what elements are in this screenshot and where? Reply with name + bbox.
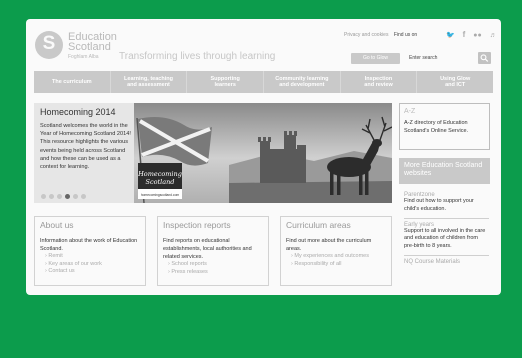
parentzone-description: Find out how to support your child's edu… [404,198,489,219]
homecoming-feature-image[interactable]: Homecoming Scotland homecomingscotland.c… [134,103,392,203]
curriculum-areas-box: Curriculum areas Find out more about the… [280,216,392,286]
inspection-reports-title[interactable]: Inspection reports [163,220,263,230]
inspection-reports-text: Find reports on educational establishmen… [163,238,252,260]
websites-list: Parentzone Find out how to support your … [404,191,489,265]
contact-us-link[interactable]: Contact us [40,268,140,276]
responsibility-of-all-link[interactable]: Responsibility of all [286,261,386,269]
more-websites-heading: More Education Scotland websites [399,158,490,184]
about-us-text: Information about the work of Education … [40,238,138,252]
carousel-dot-1[interactable] [41,194,46,199]
go-to-glow-button[interactable]: Go to Glow [351,53,400,64]
nav-item-community-learning[interactable]: Community learning and development [264,71,341,93]
twitter-icon[interactable]: 🐦 [446,32,455,39]
feature-description: Scotland welcomes the world in the Year … [40,123,131,171]
school-reports-link[interactable]: School reports [163,261,263,269]
nav-item-glow-ict[interactable]: Using Glow and ICT [417,71,493,93]
experiences-outcomes-link[interactable]: My experiences and outcomes [286,253,386,261]
social-icons: 🐦 f ●● ♬ [446,30,501,39]
sign-url: homecomingscotland.com [141,193,180,197]
main-navigation: The curriculum Learning, teaching and as… [34,71,493,93]
brand-gaelic-name: Foghlam Alba [68,54,99,60]
education-scotland-logo[interactable]: S [35,31,63,59]
carousel-dot-4[interactable] [65,194,70,199]
nav-item-curriculum[interactable]: The curriculum [34,71,111,93]
podcast-icon[interactable]: ♬ [490,32,497,39]
carousel-dot-5[interactable] [73,194,78,199]
remit-link[interactable]: Remit [40,253,140,261]
utility-links: Privacy and cookies Find us on [344,32,421,38]
brand-name-line2: Scotland [68,41,111,53]
privacy-cookies-link[interactable]: Privacy and cookies [344,32,388,38]
about-us-title[interactable]: About us [40,220,140,230]
carousel-dot-6[interactable] [81,194,86,199]
logo-letter: S [42,33,56,54]
inspection-reports-box: Inspection reports Find reports on educa… [157,216,269,286]
flickr-icon[interactable]: ●● [473,32,481,39]
search-input[interactable] [406,52,476,64]
carousel-dot-2[interactable] [49,194,54,199]
key-areas-link[interactable]: Key areas of our work [40,261,140,269]
carousel-dot-3[interactable] [57,194,62,199]
nav-item-learning-teaching-assessment[interactable]: Learning, teaching and assessment [111,71,188,93]
sign-title: Homecoming [137,170,182,178]
sign-subtitle: Scotland [146,178,175,186]
carousel-pagination [41,194,86,199]
facebook-icon[interactable]: f [463,30,466,39]
site-tagline: Transforming lives through learning [119,51,276,62]
curriculum-areas-text: Find out more about the curriculum areas… [286,238,372,252]
search-icon [480,54,489,62]
nq-course-materials-link[interactable]: NQ Course Materials [404,259,489,265]
search-button[interactable] [478,52,491,64]
feature-carousel: Homecoming 2014 Scotland welcomes the wo… [34,103,392,203]
curriculum-areas-title[interactable]: Curriculum areas [286,220,386,230]
a-z-title: A-Z [404,108,416,115]
find-us-on-label: Find us on [393,32,418,38]
a-z-description: A-Z directory of Education Scotland's On… [404,120,469,134]
feature-title[interactable]: Homecoming 2014 [40,107,116,117]
go-to-glow-label: Go to Glow [362,55,388,61]
press-releases-link[interactable]: Press releases [163,269,263,277]
nav-item-supporting-learners[interactable]: Supporting learners [187,71,265,93]
about-us-box: About us Information about the work of E… [34,216,146,286]
a-z-panel[interactable]: A-Z A-Z directory of Education Scotland'… [399,103,490,150]
page-frame: S Education Scotland Foghlam Alba Transf… [26,19,501,295]
nav-item-inspection-review[interactable]: Inspection and review [341,71,418,93]
early-years-description: Support to all involved in the care and … [404,228,489,256]
